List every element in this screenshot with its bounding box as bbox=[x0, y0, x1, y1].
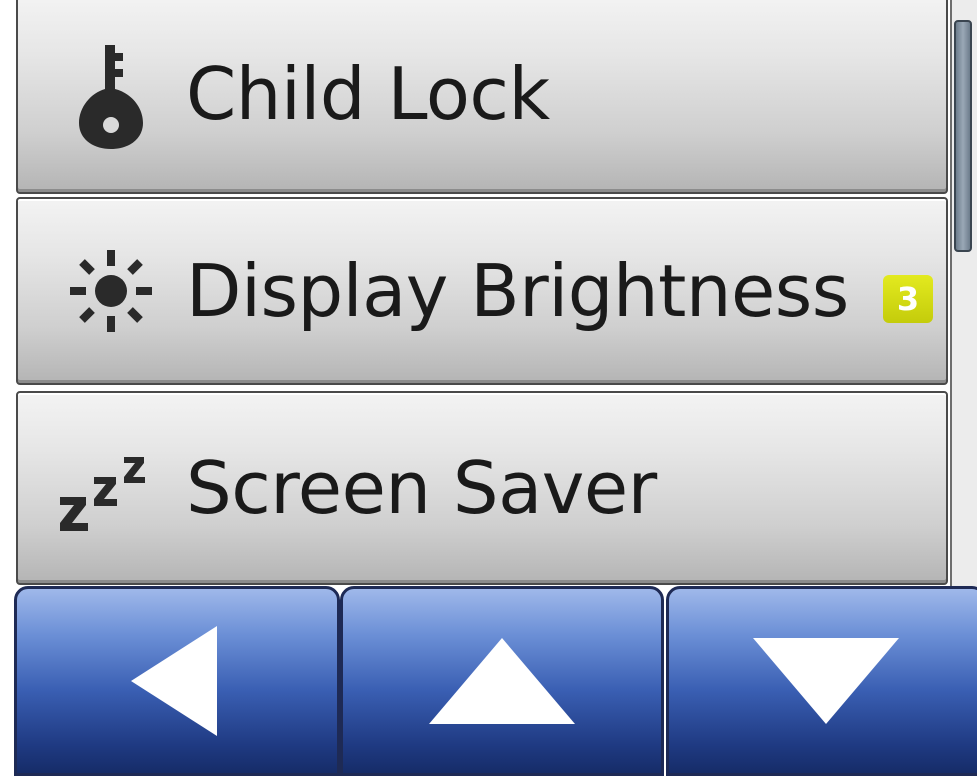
scrollbar[interactable] bbox=[950, 0, 977, 590]
settings-screen: Child Lock Display Brightness 3 Screen S… bbox=[0, 0, 977, 776]
scroll-up-button[interactable] bbox=[340, 586, 664, 776]
sleep-icon bbox=[56, 433, 166, 543]
menu-item-screen-saver[interactable]: Screen Saver bbox=[16, 391, 948, 585]
status-badge: 3 bbox=[883, 275, 933, 323]
menu-item-child-lock[interactable]: Child Lock bbox=[16, 0, 948, 194]
scrollbar-thumb[interactable] bbox=[954, 20, 972, 252]
lock-icon bbox=[56, 39, 166, 149]
arrow-up-icon bbox=[427, 636, 577, 726]
arrow-left-icon bbox=[127, 626, 227, 736]
scroll-down-button[interactable] bbox=[666, 586, 977, 776]
back-button[interactable] bbox=[14, 586, 340, 776]
menu-item-label: Screen Saver bbox=[186, 446, 657, 530]
brightness-icon bbox=[56, 236, 166, 346]
navigation-bar bbox=[0, 586, 977, 776]
menu-item-display-brightness[interactable]: Display Brightness 3 bbox=[16, 197, 948, 385]
arrow-down-icon bbox=[751, 636, 901, 726]
menu-item-label: Child Lock bbox=[186, 52, 550, 136]
menu-item-label: Display Brightness bbox=[186, 249, 849, 333]
